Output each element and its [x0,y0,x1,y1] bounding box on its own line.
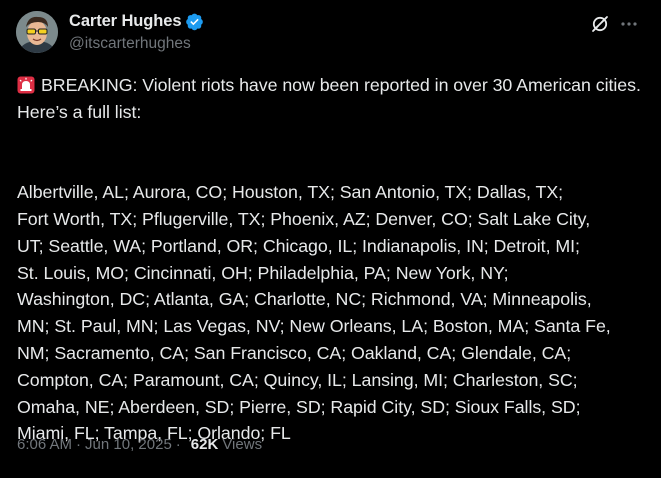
author-display-name[interactable]: Carter Hughes [69,12,182,31]
tweet-card: Carter Hughes @itscarterhughes BREAKING:… [0,0,661,478]
city-list-line: Compton, CA; Paramount, CA; Quincy, IL; … [17,369,578,390]
city-list-line: UT; Seattle, WA; Portland, OR; Chicago, … [17,235,580,256]
more-icon[interactable] [619,14,639,34]
city-list-line: MN; St. Paul, MN; Las Vegas, NV; New Orl… [17,316,611,337]
city-list-line: Albertville, AL; Aurora, CO; Houston, TX… [17,182,564,203]
tweet-date[interactable]: Jun 10, 2025 [85,436,172,453]
avatar[interactable] [16,11,58,53]
author-handle[interactable]: @itscarterhughes [69,35,191,53]
author-name-row: Carter Hughes [69,12,204,31]
meta-separator: · [76,436,82,453]
city-list-line: St. Louis, MO; Cincinnati, OH; Philadelp… [17,262,509,283]
meta-separator: · [175,436,181,453]
tweet-time[interactable]: 6:06 AM [17,436,72,453]
city-list-line: Omaha, NE; Aberdeen, SD; Pierre, SD; Rap… [17,396,581,417]
tweet-headline: BREAKING: Violent riots have now been re… [17,75,641,122]
verified-badge-icon[interactable] [185,12,204,31]
city-list-line: NM; Sacramento, CA; San Francisco, CA; O… [17,342,572,363]
tweet-meta: 6:06 AM · Jun 10, 2025 · 62K Views [17,436,262,453]
tweet-headline-line: BREAKING: Violent riots have now been re… [17,72,645,126]
views-label: Views [222,436,263,453]
city-list-line: Washington, DC; Atlanta, GA; Charlotte, … [17,289,592,310]
siren-emoji-icon [17,75,35,94]
views-count[interactable]: 62K [191,436,219,453]
grok-icon[interactable] [590,14,610,34]
tweet-text: BREAKING: Violent riots have now been re… [17,72,645,447]
city-list-line: Fort Worth, TX; Pflugerville, TX; Phoeni… [17,208,591,229]
